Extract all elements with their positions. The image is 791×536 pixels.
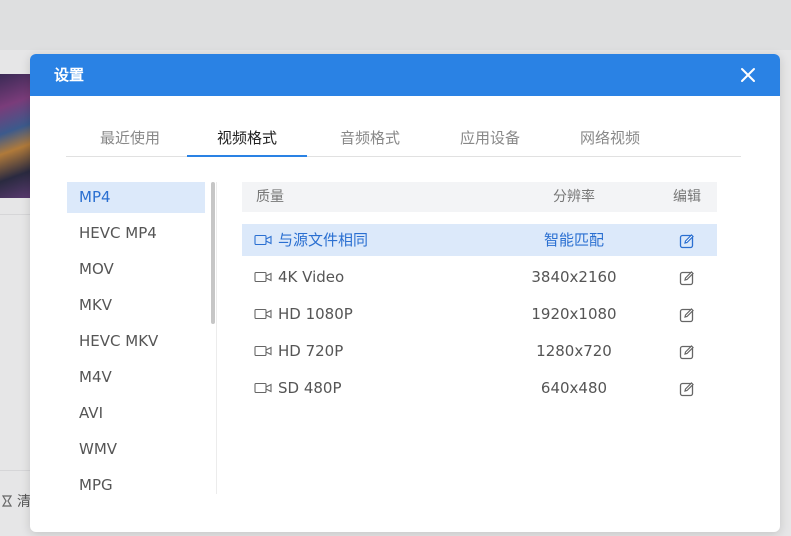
clear-label: 清: [17, 494, 31, 510]
table-row[interactable]: 与源文件相同 智能匹配: [242, 224, 717, 256]
settings-dialog: 设置 最近使用 视频格式 音频格式 应用设备 网络视频 MP4 HEVC MP4…: [30, 54, 780, 532]
edit-icon[interactable]: [679, 381, 695, 397]
row-resolution: 640x480: [540, 379, 608, 397]
row-resolution: 1920x1080: [531, 305, 617, 323]
format-item-mp4[interactable]: MP4: [67, 182, 205, 213]
header-resolution: 分辨率: [553, 189, 595, 205]
table-row[interactable]: HD 720P 1280x720: [242, 335, 717, 367]
background-divider: [0, 214, 30, 215]
edit-icon[interactable]: [679, 307, 695, 323]
format-item-mpg[interactable]: MPG: [67, 470, 205, 501]
header-quality: 质量: [256, 189, 284, 205]
format-list-scrollbar[interactable]: [211, 182, 215, 324]
dialog-title: 设置: [54, 66, 85, 84]
tab-recent[interactable]: 最近使用: [86, 118, 174, 156]
format-list: MP4 HEVC MP4 MOV MKV HEVC MKV M4V AVI WM…: [67, 182, 205, 494]
table-row[interactable]: SD 480P 640x480: [242, 372, 717, 404]
format-item-mkv[interactable]: MKV: [67, 290, 205, 321]
row-quality: 与源文件相同: [278, 231, 369, 249]
close-icon[interactable]: [740, 67, 756, 83]
video-camera-icon: [254, 382, 272, 394]
row-quality: HD 720P: [278, 342, 344, 360]
format-item-avi[interactable]: AVI: [67, 398, 205, 429]
tab-web-video[interactable]: 网络视频: [566, 118, 654, 156]
tab-video-format[interactable]: 视频格式: [187, 118, 307, 157]
dialog-header: 设置: [30, 54, 780, 96]
video-camera-icon: [254, 271, 272, 283]
format-item-hevc-mp4[interactable]: HEVC MP4: [67, 218, 205, 249]
background-video-thumbnail: [0, 74, 30, 198]
row-resolution: 智能匹配: [543, 231, 604, 249]
clear-icon: [1, 495, 13, 507]
video-camera-icon: [254, 308, 272, 320]
edit-icon[interactable]: [679, 344, 695, 360]
panel-divider: [216, 182, 217, 494]
table-row[interactable]: 4K Video 3840x2160: [242, 261, 717, 293]
video-camera-icon: [254, 345, 272, 357]
tab-devices[interactable]: 应用设备: [446, 118, 534, 156]
background-topbar: [0, 0, 791, 51]
row-quality: 4K Video: [278, 268, 345, 286]
background-clear-button: 清: [0, 490, 31, 512]
edit-icon[interactable]: [679, 270, 695, 286]
format-item-m4v[interactable]: M4V: [67, 362, 205, 393]
table-header: 质量 分辨率 编辑: [242, 182, 717, 212]
edit-icon[interactable]: [679, 233, 695, 249]
table-row[interactable]: HD 1080P 1920x1080: [242, 298, 717, 330]
format-item-wmv[interactable]: WMV: [67, 434, 205, 465]
format-item-mov[interactable]: MOV: [67, 254, 205, 285]
format-tabs: 最近使用 视频格式 音频格式 应用设备 网络视频: [66, 118, 741, 157]
tab-audio-format[interactable]: 音频格式: [326, 118, 414, 156]
row-quality: SD 480P: [278, 379, 342, 397]
background-divider: [0, 470, 30, 471]
quality-table: 质量 分辨率 编辑 与源文件相同 智能匹配 4K Video 3840x2160…: [242, 182, 717, 404]
format-item-hevc-mkv[interactable]: HEVC MKV: [67, 326, 205, 357]
header-edit: 编辑: [673, 189, 701, 205]
row-resolution: 3840x2160: [531, 268, 617, 286]
row-resolution: 1280x720: [536, 342, 612, 360]
video-camera-icon: [254, 234, 272, 246]
row-quality: HD 1080P: [278, 305, 353, 323]
